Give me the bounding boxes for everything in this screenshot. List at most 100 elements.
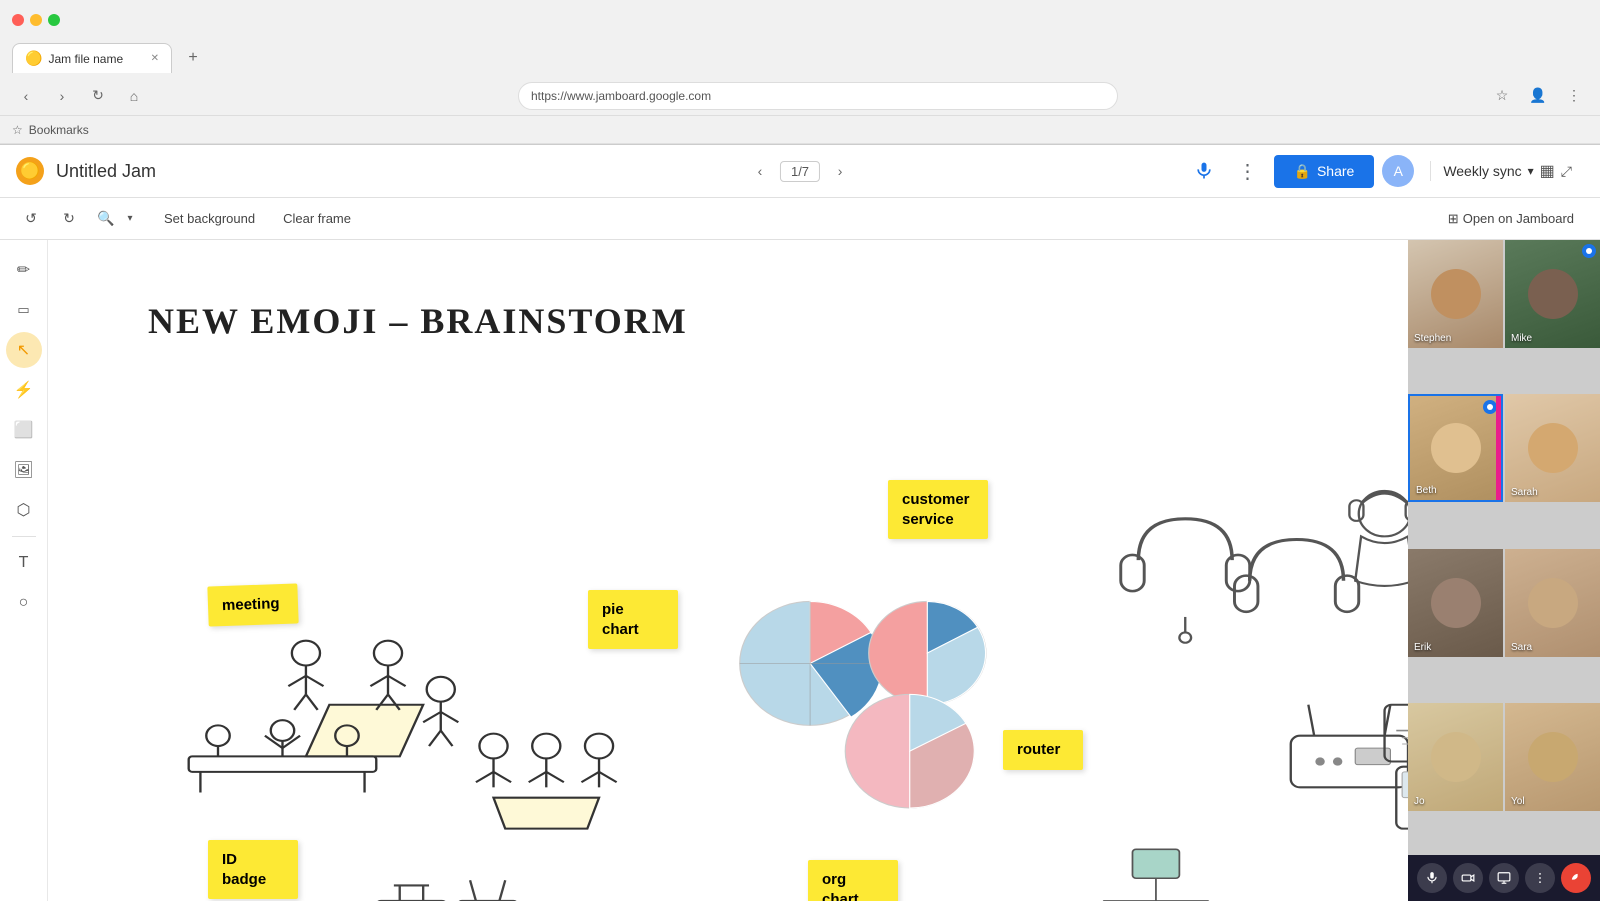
id-badge-2 [458, 880, 517, 901]
tool-pen-btn[interactable]: ✏ [6, 252, 42, 288]
new-tab-btn[interactable]: + [180, 45, 206, 71]
reload-btn[interactable]: ↻ [84, 82, 112, 110]
browser-titlebar [0, 0, 1600, 40]
app-logo: 🟡 [16, 157, 44, 185]
pie-chart-3 [845, 694, 974, 808]
zoom-btn[interactable]: 🔍 [92, 205, 120, 233]
video-cell-jo[interactable]: Jo [1408, 703, 1503, 811]
home-btn[interactable]: ⌂ [120, 82, 148, 110]
video-cell-sarah[interactable]: Sarah [1505, 394, 1600, 502]
frame-prev-btn[interactable]: ‹ [748, 159, 772, 183]
address-bar[interactable]: https://www.jamboard.google.com [518, 82, 1118, 110]
canvas-area[interactable]: NEW EMOJI – BRAINSTORM meeting piechart … [48, 240, 1408, 901]
main-content: ✏ ▭ ↖ ⚡ ⬜ 🖼 ⬡ T ○ NEW EMOJI – BRAINSTORM… [0, 240, 1600, 901]
participant-name-mike: Mike [1511, 333, 1532, 344]
minimize-window-btn[interactable] [30, 14, 42, 26]
close-window-btn[interactable] [12, 14, 24, 26]
speaking-indicator-mike [1582, 244, 1596, 258]
open-jamboard-btn[interactable]: ⊞ Open on Jamboard [1438, 205, 1584, 233]
video-cell-sara[interactable]: Sara [1505, 549, 1600, 657]
bench-sketch [189, 720, 377, 792]
tab-title: Jam file name [48, 52, 123, 66]
sticky-note-router[interactable]: router [1003, 730, 1083, 770]
tab-close-btn[interactable]: ✕ [151, 53, 159, 64]
org-chart-sketch [1080, 849, 1232, 901]
participant-name-sara: Sara [1511, 642, 1532, 653]
zoom-group: 🔍 ▾ [92, 205, 138, 233]
mic-btn[interactable] [1186, 153, 1222, 189]
bookmarks-bar: ☆ Bookmarks [0, 116, 1600, 144]
sticky-note-meeting[interactable]: meeting [207, 584, 298, 627]
video-cell-erik[interactable]: Erik [1408, 549, 1503, 657]
forward-btn[interactable]: › [48, 82, 76, 110]
vc-screen-share-btn[interactable] [1489, 863, 1519, 893]
sticky-note-customer-service[interactable]: customerservice [888, 480, 988, 539]
bookmark-star-btn[interactable]: ☆ [1488, 82, 1516, 110]
tool-laser-btn[interactable]: ⚡ [6, 372, 42, 408]
browser-tab-active[interactable]: 🟡 Jam file name ✕ [12, 43, 172, 73]
tab-favicon: 🟡 [25, 50, 42, 67]
redo-btn[interactable]: ↻ [54, 204, 84, 234]
right-panel: Stephen Mike Beth [1408, 240, 1600, 901]
share-btn[interactable]: 🔒 Share [1274, 155, 1375, 188]
user-avatar[interactable]: A [1382, 155, 1414, 187]
canvas-title: NEW EMOJI – BRAINSTORM [148, 300, 688, 342]
tool-separator [12, 536, 36, 537]
vc-more-btn[interactable] [1525, 863, 1555, 893]
pie-chart-2 [869, 602, 986, 705]
sticky-note-org-chart[interactable]: orgchart [808, 860, 898, 901]
browser-more-btn[interactable]: ⋮ [1560, 82, 1588, 110]
participant-name-sarah: Sarah [1511, 487, 1538, 498]
user-profile-btn[interactable]: 👤 [1524, 82, 1552, 110]
tool-eraser-btn[interactable]: ▭ [6, 292, 42, 328]
headphone-2 [1234, 540, 1358, 612]
browser-dots [12, 14, 60, 26]
meeting-group-sketch [476, 734, 617, 829]
left-sidebar: ✏ ▭ ↖ ⚡ ⬜ 🖼 ⬡ T ○ [0, 240, 48, 901]
video-controls [1408, 855, 1600, 901]
video-cell-beth[interactable]: Beth [1408, 394, 1503, 502]
header-right: ⋮ 🔒 Share A Weekly sync ▾ ▦ ⤢ [1186, 153, 1584, 189]
clear-frame-btn[interactable]: Clear frame [273, 205, 361, 232]
pie-chart-1 [740, 602, 882, 726]
video-grid: Stephen Mike Beth [1408, 240, 1600, 855]
open-jamboard-label: Open on Jamboard [1463, 211, 1574, 226]
browser-nav: ‹ › ↻ ⌂ https://www.jamboard.google.com … [0, 76, 1600, 116]
address-text: https://www.jamboard.google.com [531, 89, 711, 103]
app-header: 🟡 Untitled Jam ‹ 1/7 › ⋮ 🔒 Share A Weekl… [0, 145, 1600, 198]
meeting-table-sketch [288, 641, 458, 757]
video-cell-yol[interactable]: Yol [1505, 703, 1600, 811]
sticky-note-id-badge[interactable]: IDbadge [208, 840, 298, 899]
maximize-window-btn[interactable] [48, 14, 60, 26]
meeting-grid-btn[interactable]: ▦ [1540, 161, 1555, 181]
bookmarks-label: Bookmarks [29, 123, 89, 137]
tool-sticky-btn[interactable]: ⬜ [6, 412, 42, 448]
back-btn[interactable]: ‹ [12, 82, 40, 110]
sticky-note-pie-chart[interactable]: piechart [588, 590, 678, 649]
tool-shapes-btn[interactable]: ⬡ [6, 492, 42, 528]
zoom-dropdown-btn[interactable]: ▾ [122, 205, 138, 233]
browser-tab-bar: 🟡 Jam file name ✕ + [0, 40, 1600, 76]
vc-camera-btn[interactable] [1453, 863, 1483, 893]
tool-select-btn[interactable]: ↖ [6, 332, 42, 368]
video-cell-stephen[interactable]: Stephen [1408, 240, 1503, 348]
tool-image-btn[interactable]: 🖼 [6, 452, 42, 488]
participant-name-yol: Yol [1511, 796, 1525, 807]
tool-circle-btn[interactable]: ○ [6, 585, 42, 621]
participant-name-jo: Jo [1414, 796, 1425, 807]
vc-mic-btn[interactable] [1417, 863, 1447, 893]
frame-counter[interactable]: 1/7 [780, 161, 820, 182]
meeting-title-header: Weekly sync [1443, 163, 1521, 179]
participant-name-erik: Erik [1414, 642, 1431, 653]
tool-text-btn[interactable]: T [6, 545, 42, 581]
meeting-expand-btn[interactable]: ⤢ [1561, 163, 1572, 180]
frame-next-btn[interactable]: › [828, 159, 852, 183]
video-cell-mike[interactable]: Mike [1505, 240, 1600, 348]
header-more-btn[interactable]: ⋮ [1230, 153, 1266, 189]
app-title[interactable]: Untitled Jam [56, 161, 1186, 182]
set-background-btn[interactable]: Set background [154, 205, 265, 232]
vc-end-call-btn[interactable] [1561, 863, 1591, 893]
undo-btn[interactable]: ↺ [16, 204, 46, 234]
router-sketch [1291, 705, 1408, 788]
meeting-dropdown-btn[interactable]: ▾ [1528, 164, 1534, 178]
